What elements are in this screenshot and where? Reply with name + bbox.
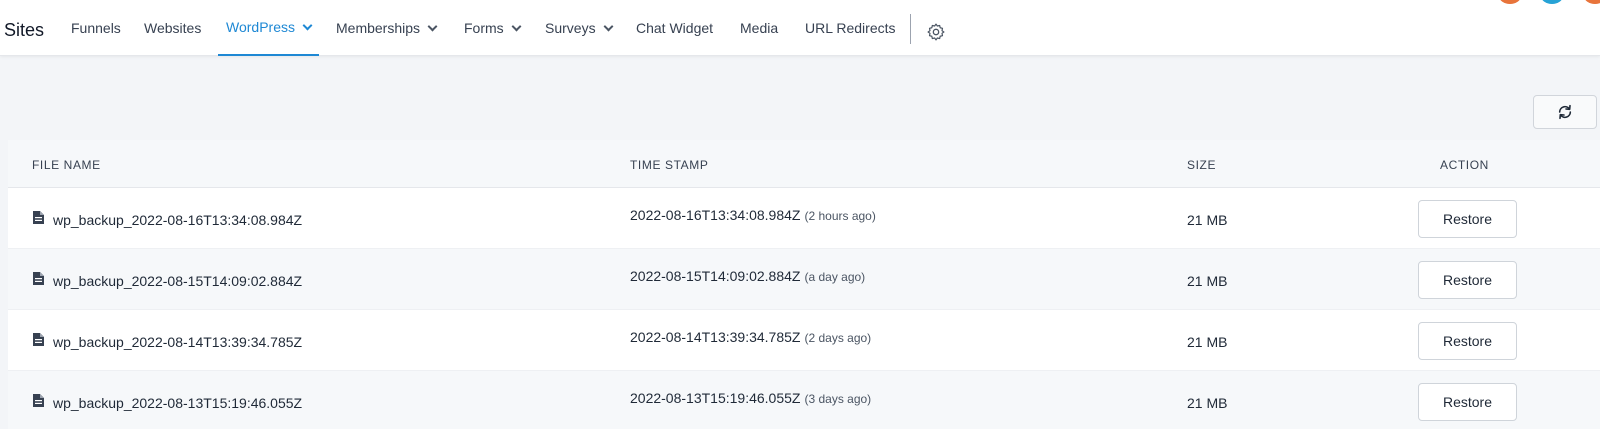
avatar[interactable] [1584,0,1600,4]
nav-item-funnels[interactable]: Funnels [71,0,121,56]
restore-button[interactable]: Restore [1418,322,1517,360]
table-row: wp_backup_2022-08-14T13:39:34.785Z 2022-… [8,310,1600,371]
backups-table: FILE NAME TIME STAMP SIZE ACTION wp_back… [8,140,1600,429]
file-name: wp_backup_2022-08-15T14:09:02.884Z [53,273,303,289]
gear-icon[interactable] [926,22,946,42]
file-name: wp_backup_2022-08-14T13:39:34.785Z [53,334,303,350]
relative-time: (3 days ago) [804,392,872,406]
nav-item-label: Forms [464,20,504,36]
nav-item-forms[interactable]: Forms [464,0,522,56]
time-stamp: 2022-08-13T15:19:46.055Z (3 days ago) [630,390,871,406]
table-header: FILE NAME TIME STAMP SIZE ACTION [8,140,1600,188]
header-file-name: FILE NAME [32,158,101,172]
restore-button[interactable]: Restore [1418,383,1517,421]
file-icon [33,211,44,224]
nav-item-media[interactable]: Media [740,0,778,56]
top-navigation: Sites Funnels Websites WordPress Members… [0,0,1600,56]
file-size: 21 MB [1187,395,1228,411]
header-action: ACTION [1440,158,1489,172]
chevron-down-icon [511,21,522,31]
chevron-down-icon [603,21,614,31]
nav-divider [910,14,911,44]
time-stamp-value: 2022-08-13T15:19:46.055Z [630,390,801,406]
header-time-stamp: TIME STAMP [630,158,709,172]
relative-time: (a day ago) [804,270,866,284]
avatar[interactable] [1541,0,1563,4]
file-size: 21 MB [1187,273,1228,289]
nav-item-url-redirects[interactable]: URL Redirects [805,0,896,56]
refresh-icon [1558,104,1572,120]
nav-item-surveys[interactable]: Surveys [545,0,614,56]
nav-item-label: Funnels [71,20,121,36]
time-stamp-value: 2022-08-15T14:09:02.884Z [630,268,801,284]
nav-item-label: Websites [144,20,202,36]
nav-item-label: Chat Widget [636,20,714,36]
table-row: wp_backup_2022-08-13T15:19:46.055Z 2022-… [8,371,1600,429]
nav-item-chat-widget[interactable]: Chat Widget [636,0,713,56]
refresh-button[interactable] [1533,95,1597,129]
file-icon [33,394,44,407]
file-icon [33,272,44,285]
table-row: wp_backup_2022-08-16T13:34:08.984Z 2022-… [8,188,1600,249]
brand-title: Sites [4,20,45,40]
file-name: wp_backup_2022-08-16T13:34:08.984Z [53,212,303,228]
nav-item-label: Media [740,20,779,36]
header-size: SIZE [1187,158,1217,172]
relative-time: (2 days ago) [804,331,872,345]
restore-button[interactable]: Restore [1418,200,1517,238]
time-stamp: 2022-08-15T14:09:02.884Z (a day ago) [630,268,865,284]
nav-item-websites[interactable]: Websites [144,0,201,56]
nav-item-memberships[interactable]: Memberships [336,0,438,56]
file-size: 21 MB [1187,334,1228,350]
nav-item-wordpress[interactable]: WordPress [218,0,319,56]
restore-button[interactable]: Restore [1418,261,1517,299]
nav-item-label: Surveys [545,20,596,36]
relative-time: (2 hours ago) [804,209,876,223]
avatar[interactable] [1499,0,1521,4]
time-stamp-value: 2022-08-14T13:39:34.785Z [630,329,801,345]
time-stamp: 2022-08-16T13:34:08.984Z (2 hours ago) [630,207,876,223]
table-row: wp_backup_2022-08-15T14:09:02.884Z 2022-… [8,249,1600,310]
file-icon [33,333,44,346]
file-name: wp_backup_2022-08-13T15:19:46.055Z [53,395,303,411]
chevron-down-icon [302,20,313,30]
chevron-down-icon [427,21,438,31]
time-stamp-value: 2022-08-16T13:34:08.984Z [630,207,801,223]
file-size: 21 MB [1187,212,1228,228]
nav-item-label: Memberships [336,20,421,36]
nav-item-label: URL Redirects [805,20,896,36]
nav-item-label: WordPress [226,19,295,35]
time-stamp: 2022-08-14T13:39:34.785Z (2 days ago) [630,329,871,345]
